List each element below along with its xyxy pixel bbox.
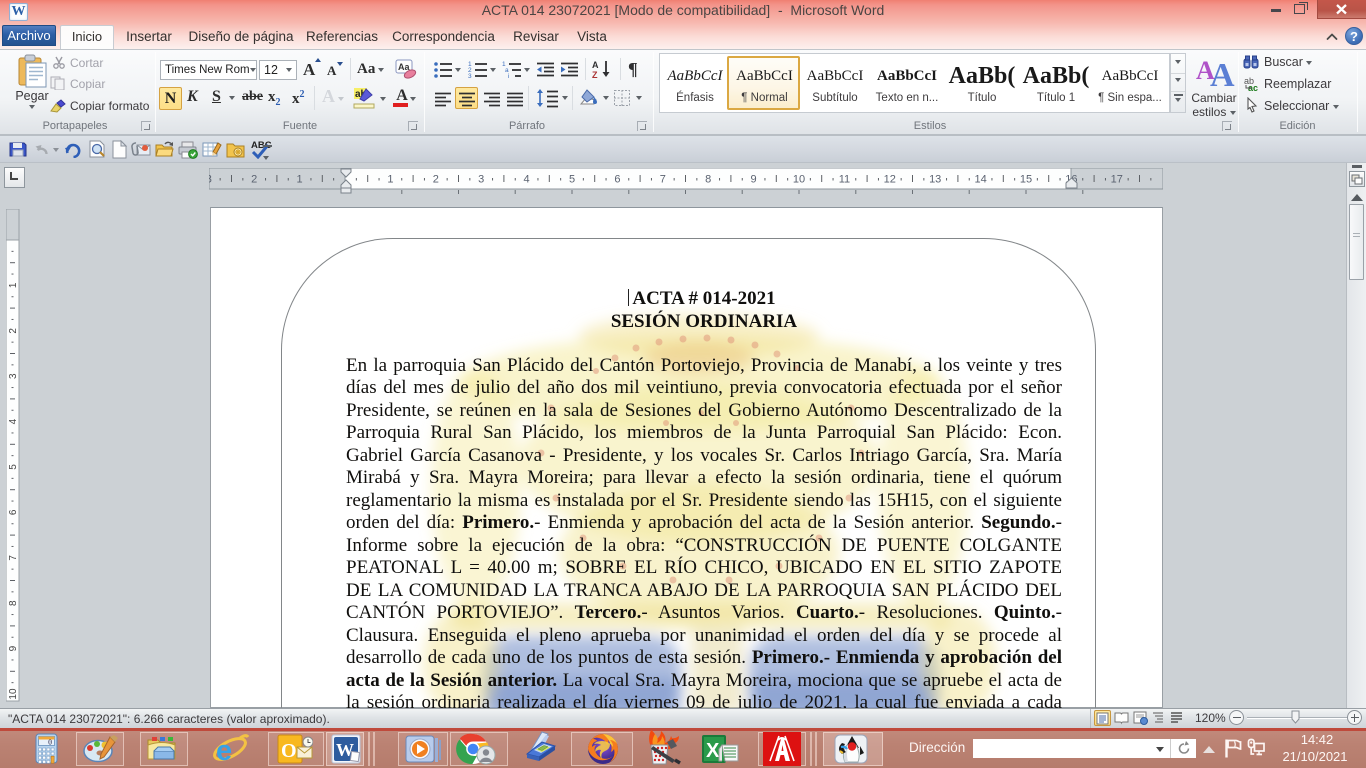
svg-text:0: 0: [48, 740, 52, 748]
svg-text:X: X: [706, 740, 720, 762]
svg-text:3: 3: [209, 174, 212, 186]
svg-text:7: 7: [8, 555, 19, 561]
svg-text:12: 12: [884, 174, 896, 186]
svg-text:15: 15: [1020, 174, 1032, 186]
svg-text:8: 8: [705, 174, 711, 186]
svg-text:1: 1: [297, 174, 303, 186]
svg-text:A: A: [592, 60, 599, 70]
svg-text:13: 13: [929, 174, 941, 186]
svg-text:5: 5: [569, 174, 575, 186]
svg-text:3: 3: [478, 174, 484, 186]
svg-text:6: 6: [8, 509, 19, 515]
svg-text:3: 3: [8, 373, 19, 379]
svg-text:14: 14: [974, 174, 986, 186]
svg-text:1: 1: [387, 174, 393, 186]
svg-text:i: i: [508, 73, 509, 80]
svg-text:11: 11: [839, 174, 850, 186]
svg-text:Z: Z: [592, 70, 598, 80]
svg-text:8: 8: [8, 600, 19, 606]
svg-text:9: 9: [8, 645, 19, 651]
svg-text:O: O: [281, 740, 297, 762]
svg-text:2: 2: [251, 174, 257, 186]
svg-text:A: A: [1210, 57, 1235, 89]
svg-text:3: 3: [468, 73, 472, 80]
svg-text:2: 2: [433, 174, 439, 186]
svg-text:10: 10: [8, 688, 19, 700]
svg-text:9: 9: [751, 174, 757, 186]
svg-text:6: 6: [614, 174, 620, 186]
svg-text:5: 5: [8, 464, 19, 470]
svg-text:e: e: [216, 735, 232, 766]
svg-text:2: 2: [8, 328, 19, 334]
svg-text:4: 4: [524, 174, 530, 186]
svg-text:7: 7: [660, 174, 666, 186]
svg-text:4: 4: [8, 418, 19, 424]
svg-text:17: 17: [1111, 174, 1123, 186]
svg-text:10: 10: [793, 174, 805, 186]
svg-text:1: 1: [8, 282, 19, 288]
